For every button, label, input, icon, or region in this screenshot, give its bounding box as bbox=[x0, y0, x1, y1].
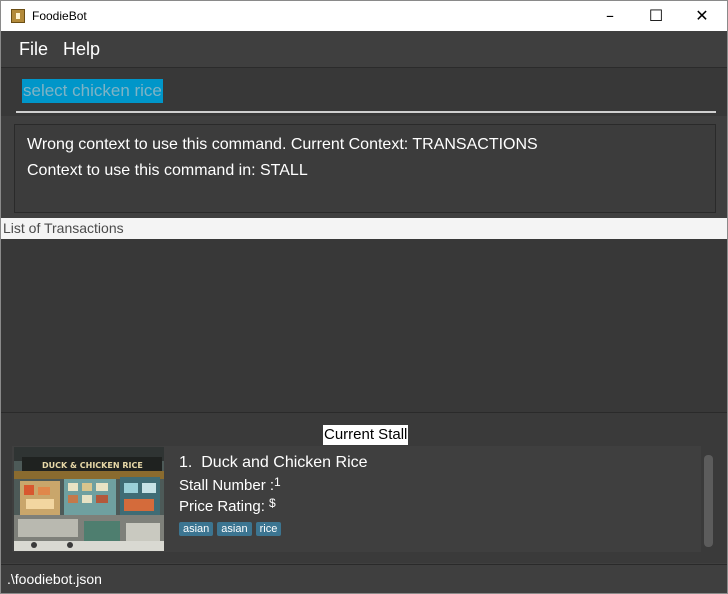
stall-card[interactable]: DUCK & CHICKEN RICE 1. Duck and Chicken … bbox=[12, 446, 701, 552]
stall-tags: asian asian rice bbox=[179, 517, 285, 536]
stall-number-label: Stall Number : bbox=[179, 477, 275, 494]
result-line: Context to use this command in: STALL bbox=[27, 162, 308, 179]
stall-name-text: Duck and Chicken Rice bbox=[201, 454, 368, 471]
stall-price-rating: Price Rating: $ bbox=[179, 496, 276, 515]
close-button[interactable]: ✕ bbox=[679, 1, 725, 31]
menu-bar: File Help bbox=[1, 32, 727, 68]
stall-number: Stall Number :1 bbox=[179, 475, 281, 494]
minimize-button[interactable]: – bbox=[587, 1, 633, 31]
title-bar[interactable]: FoodieBot – ☐ ✕ bbox=[1, 1, 727, 31]
result-display: Wrong context to use this command. Curre… bbox=[14, 124, 716, 213]
stall-index: 1. bbox=[179, 454, 193, 471]
transactions-list[interactable] bbox=[1, 239, 727, 413]
menu-help[interactable]: Help bbox=[63, 39, 100, 60]
tag-badge: asian bbox=[217, 522, 252, 536]
maximize-button[interactable]: ☐ bbox=[633, 1, 679, 31]
result-line: Wrong context to use this command. Curre… bbox=[27, 136, 538, 153]
current-stall-panel: Current Stall DUCK & CHICKEN RICE 1. Duc… bbox=[1, 413, 727, 563]
stall-image: DUCK & CHICKEN RICE bbox=[14, 447, 164, 551]
command-underline bbox=[16, 111, 716, 113]
tag-badge: asian bbox=[179, 522, 214, 536]
app-icon bbox=[11, 9, 25, 23]
stall-scrollbar[interactable] bbox=[704, 455, 713, 547]
price-rating-value: $ bbox=[269, 496, 276, 510]
menu-file[interactable]: File bbox=[19, 39, 48, 60]
window-title: FoodieBot bbox=[32, 9, 87, 23]
stall-name: 1. Duck and Chicken Rice bbox=[179, 454, 368, 472]
command-input-text[interactable]: select chicken rice bbox=[22, 79, 163, 103]
command-box[interactable]: select chicken rice bbox=[1, 68, 727, 116]
price-rating-label: Price Rating: bbox=[179, 498, 265, 515]
stall-photo: DUCK & CHICKEN RICE bbox=[14, 447, 164, 551]
current-stall-label: Current Stall bbox=[323, 425, 409, 445]
stall-sign-text: DUCK & CHICKEN RICE bbox=[42, 461, 143, 470]
app-window: FoodieBot – ☐ ✕ File Help select chicken… bbox=[0, 0, 728, 594]
stall-number-value: 1 bbox=[274, 475, 281, 489]
tag-badge: rice bbox=[255, 522, 282, 536]
status-file-path: .\foodiebot.json bbox=[7, 571, 102, 587]
transactions-header: List of Transactions bbox=[1, 218, 727, 239]
status-bar: .\foodiebot.json bbox=[1, 564, 727, 593]
